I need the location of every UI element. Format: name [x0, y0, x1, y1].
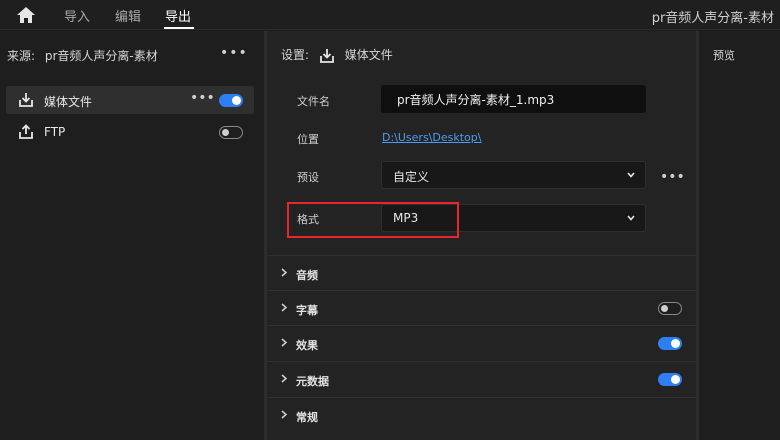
upload-icon: [19, 124, 33, 139]
preview-panel: 预览: [699, 31, 780, 440]
chevron-right-icon: [281, 338, 288, 347]
chevron-right-icon: [281, 303, 288, 312]
export-icon: [19, 93, 33, 107]
source-header: 来源: pr音频人声分离-素材: [7, 47, 158, 64]
preset-more-icon[interactable]: •••: [660, 169, 685, 185]
settings-label: 设置:: [281, 48, 310, 62]
section-effects[interactable]: 效果: [267, 325, 696, 359]
source-label: 来源:: [7, 49, 36, 63]
section-audio[interactable]: 音频: [267, 255, 696, 289]
preview-title: 预览: [713, 49, 735, 62]
chevron-right-icon: [281, 374, 288, 383]
source-item-more-icon[interactable]: •••: [190, 90, 215, 106]
section-label: 常规: [296, 411, 318, 424]
settings-header: 设置: 媒体文件: [281, 46, 393, 64]
export-icon: [319, 48, 334, 63]
file-name-label: 文件名: [297, 95, 330, 108]
source-name: pr音频人声分离-素材: [44, 49, 158, 63]
top-bar: 导入 编辑 导出 pr音频人声分离-素材: [0, 0, 780, 30]
tab-export[interactable]: 导出: [165, 6, 191, 25]
active-tab-indicator: [164, 27, 194, 29]
tab-import[interactable]: 导入: [64, 6, 90, 25]
preset-value: 自定义: [393, 170, 430, 184]
app-title: pr音频人声分离-素材: [651, 11, 774, 26]
source-item-label: 媒体文件: [44, 95, 93, 109]
format-highlight-box: [287, 202, 459, 238]
source-item-ftp[interactable]: FTP: [6, 118, 254, 146]
location-link[interactable]: D:\Users\Desktop\: [382, 131, 481, 144]
source-item-label: FTP: [44, 125, 66, 139]
captions-toggle[interactable]: [658, 302, 682, 315]
tab-edit[interactable]: 编辑: [115, 6, 141, 25]
chevron-right-icon: [281, 268, 288, 277]
chevron-down-icon: [627, 172, 635, 178]
media-file-toggle[interactable]: [219, 94, 243, 107]
source-panel: 来源: pr音频人声分离-素材 ••• 媒体文件 ••• FTP: [0, 31, 264, 440]
section-label: 音频: [296, 269, 318, 282]
section-captions[interactable]: 字幕: [267, 290, 696, 324]
effects-toggle[interactable]: [658, 337, 682, 350]
section-label: 元数据: [296, 375, 329, 388]
chevron-right-icon: [281, 410, 288, 419]
section-label: 字幕: [296, 304, 318, 317]
settings-destination: 媒体文件: [344, 48, 393, 62]
settings-panel: 设置: 媒体文件 文件名 pr音频人声分离-素材_1.mp3 位置 D:\Use…: [267, 31, 696, 440]
section-general[interactable]: 常规: [267, 397, 696, 431]
metadata-toggle[interactable]: [658, 373, 682, 386]
chevron-down-icon: [627, 215, 635, 221]
section-metadata[interactable]: 元数据: [267, 361, 696, 395]
preset-select[interactable]: 自定义: [381, 161, 646, 189]
home-icon[interactable]: [16, 6, 36, 24]
location-label: 位置: [297, 133, 319, 146]
source-more-icon[interactable]: •••: [220, 45, 248, 61]
file-name-input[interactable]: pr音频人声分离-素材_1.mp3: [381, 85, 646, 113]
ftp-toggle[interactable]: [219, 126, 243, 139]
source-item-media-file[interactable]: 媒体文件 •••: [6, 86, 254, 114]
section-label: 效果: [296, 339, 318, 352]
preset-label: 预设: [297, 171, 319, 184]
